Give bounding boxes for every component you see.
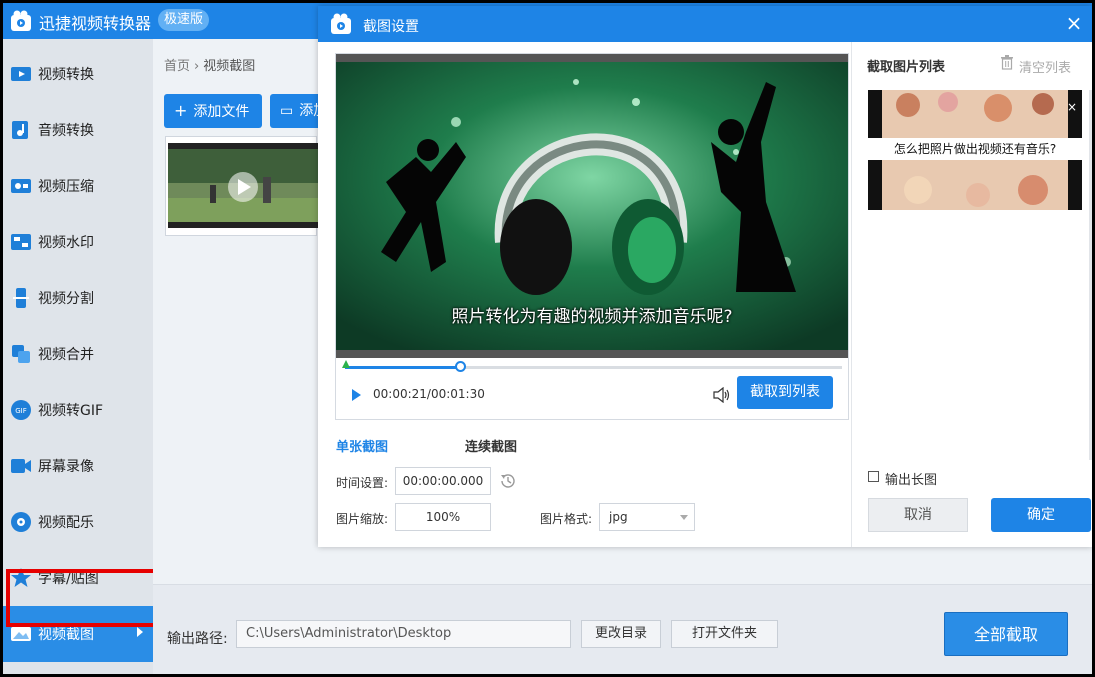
plus-icon: + xyxy=(174,101,188,120)
captured-image-caption: 怎么把照片做出视频还有音乐? xyxy=(868,138,1082,160)
capture-all-button[interactable]: 全部截取 xyxy=(944,612,1068,656)
tab-single-screenshot[interactable]: 单张截图 xyxy=(336,436,388,455)
time-setting-label: 时间设置: xyxy=(336,476,389,490)
video-compress-icon xyxy=(11,179,31,193)
sidebar-highlight-box xyxy=(6,569,159,627)
panel-divider xyxy=(851,42,852,547)
progress-fill xyxy=(345,366,461,369)
image-format-label: 图片格式: xyxy=(540,512,593,526)
image-scale-label: 图片缩放: xyxy=(336,512,389,526)
folder-icon: ▭ xyxy=(280,103,294,119)
app-logo-icon xyxy=(11,10,31,31)
change-directory-button[interactable]: 更改目录 xyxy=(581,620,661,648)
dialog-logo-icon xyxy=(331,13,351,34)
clear-list-button[interactable]: 清空列表 xyxy=(1019,57,1071,76)
trash-icon[interactable] xyxy=(1000,54,1014,70)
video-player: 照片转化为有趣的视频并添加音乐呢? 00:00:21/00:01:30 截取到列… xyxy=(335,53,849,420)
video-merge-icon xyxy=(12,345,30,363)
cancel-button[interactable]: 取消 xyxy=(868,498,968,532)
screen-record-icon xyxy=(11,459,31,473)
ok-button[interactable]: 确定 xyxy=(991,498,1091,532)
history-icon[interactable] xyxy=(499,472,517,490)
volume-icon[interactable] xyxy=(713,387,731,403)
sidebar-item-video-split[interactable]: 视频分割 xyxy=(3,270,153,326)
edition-badge: 极速版 xyxy=(158,9,210,31)
capture-list-title: 截取图片列表 xyxy=(867,60,946,75)
chevron-right-icon xyxy=(137,627,143,637)
sidebar-item-screen-record[interactable]: 屏幕录像 xyxy=(3,438,153,494)
output-long-image-label[interactable]: 输出长图 xyxy=(885,469,937,488)
video-convert-icon xyxy=(11,67,31,81)
output-path-label: 输出路径: xyxy=(167,631,228,647)
sidebar-item-video-compress[interactable]: 视频压缩 xyxy=(3,158,153,214)
tab-continuous-screenshot[interactable]: 连续截图 xyxy=(465,436,517,455)
start-marker-icon[interactable] xyxy=(342,360,350,368)
remove-image-icon[interactable]: × xyxy=(1067,100,1077,114)
dialog-titlebar: 截图设置 × xyxy=(318,6,1092,42)
video-frame[interactable]: 照片转化为有趣的视频并添加音乐呢? xyxy=(336,54,848,358)
sidebar-item-video-merge[interactable]: 视频合并 xyxy=(3,326,153,382)
video-watermark-icon xyxy=(11,234,31,250)
breadcrumb-home[interactable]: 首页 xyxy=(164,59,190,74)
image-scale-input[interactable]: 100% xyxy=(395,503,491,531)
video-split-icon xyxy=(13,288,29,308)
audio-convert-icon xyxy=(12,121,28,139)
app-window: 迅捷视频转换器 极速版 视频转换 音频转换 视频压缩 视频水印 视频分割 视频合… xyxy=(3,3,1092,674)
video-gif-icon: GIF xyxy=(11,400,31,420)
video-thumbnail-image xyxy=(168,143,318,228)
sidebar-item-video-convert[interactable]: 视频转换 xyxy=(3,46,153,102)
chevron-down-icon xyxy=(680,515,688,520)
breadcrumb-separator: › xyxy=(194,59,200,74)
svg-text:GIF: GIF xyxy=(15,407,27,415)
add-file-button[interactable]: + 添加文件 xyxy=(164,94,262,128)
current-time: 00:00:21 xyxy=(373,387,427,401)
progress-handle[interactable] xyxy=(455,361,467,372)
video-subtitle: 照片转化为有趣的视频并添加音乐呢? xyxy=(451,307,733,327)
image-format-select[interactable]: jpg xyxy=(599,503,695,531)
output-path-field[interactable]: C:\Users\Administrator\Desktop xyxy=(236,620,571,648)
video-thumbnail-card[interactable] xyxy=(165,136,318,236)
bottom-bar: 输出路径: C:\Users\Administrator\Desktop 更改目… xyxy=(153,584,1092,674)
app-title: 迅捷视频转换器 xyxy=(39,14,152,33)
sidebar-item-video-music[interactable]: 视频配乐 xyxy=(3,494,153,550)
breadcrumb: 首页 › 视频截图 xyxy=(164,55,255,74)
close-icon[interactable]: × xyxy=(1064,13,1084,33)
play-icon[interactable] xyxy=(352,389,361,401)
sidebar-item-audio-convert[interactable]: 音频转换 xyxy=(3,102,153,158)
time-setting-input[interactable]: 00:00:00.000 xyxy=(395,467,491,495)
screenshot-settings-dialog: 截图设置 × 照片转化为有趣的视频并添加音乐呢? 00:00:21/00:01:… xyxy=(318,6,1092,547)
open-folder-button[interactable]: 打开文件夹 xyxy=(671,620,778,648)
sidebar-item-video-gif[interactable]: GIF 视频转GIF xyxy=(3,382,153,438)
breadcrumb-current: 视频截图 xyxy=(203,59,256,74)
progress-track[interactable] xyxy=(345,366,842,369)
total-time: 00:01:30 xyxy=(430,387,485,401)
output-long-image-checkbox[interactable] xyxy=(868,471,879,482)
captured-image-item[interactable]: 怎么把照片做出视频还有音乐? × xyxy=(868,90,1082,210)
playback-time: 00:00:21/00:01:30 xyxy=(373,387,485,401)
video-music-icon xyxy=(11,512,31,532)
dialog-title: 截图设置 xyxy=(363,19,419,35)
capture-to-list-button[interactable]: 截取到列表 xyxy=(737,376,833,409)
capture-list-scrollbar[interactable] xyxy=(1089,90,1092,460)
sidebar-item-video-watermark[interactable]: 视频水印 xyxy=(3,214,153,270)
